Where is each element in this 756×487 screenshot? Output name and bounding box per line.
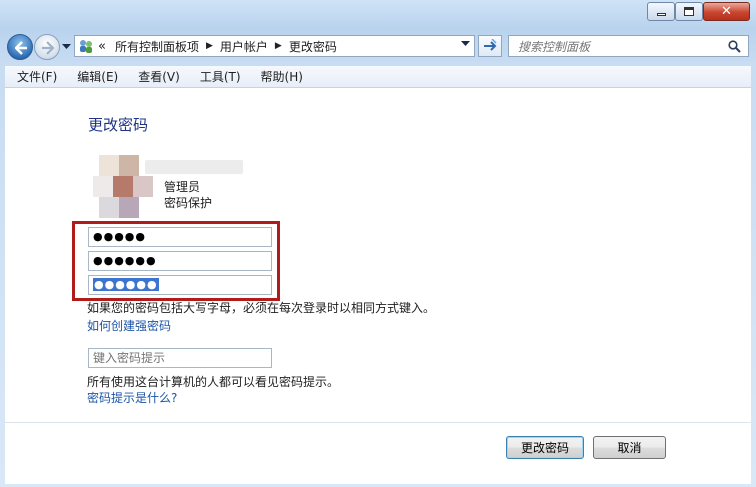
- cancel-button[interactable]: 取消: [593, 436, 666, 459]
- strong-password-link[interactable]: 如何创建强密码: [87, 317, 171, 334]
- divider: [5, 422, 751, 423]
- history-dropdown-icon[interactable]: [62, 44, 71, 50]
- selected-text: ●●●●●●: [93, 278, 159, 291]
- menu-edit[interactable]: 编辑(E): [69, 68, 126, 85]
- window-frame: ✕ « 所有控制面板项 ▶ 用户帐户 ▶ 更改密码 搜索控制面板 文件(F) 编…: [0, 0, 756, 487]
- account-type-label: 管理员: [164, 180, 201, 194]
- close-icon: ✕: [721, 4, 732, 19]
- breadcrumb-separator-icon[interactable]: ▶: [206, 41, 213, 51]
- search-input[interactable]: [516, 37, 725, 57]
- password-protected-label: 密码保护: [164, 196, 213, 210]
- menu-bar: 文件(F) 编辑(E) 查看(V) 工具(T) 帮助(H): [5, 66, 751, 88]
- back-arrow-icon: [14, 41, 27, 55]
- forward-button[interactable]: [34, 34, 60, 60]
- menu-view[interactable]: 查看(V): [130, 68, 188, 85]
- control-panel-users-icon: [78, 38, 94, 54]
- confirm-password-field[interactable]: ●●●●●●: [88, 275, 272, 295]
- menu-help[interactable]: 帮助(H): [253, 68, 311, 85]
- breadcrumb-overflow[interactable]: «: [98, 39, 106, 54]
- change-password-button[interactable]: 更改密码: [506, 436, 584, 459]
- user-name-redacted: [145, 160, 243, 174]
- maximize-button[interactable]: [675, 2, 703, 21]
- breadcrumb-item[interactable]: 更改密码: [289, 38, 337, 55]
- content-pane: 更改密码 管理员 密码保护 ●●●●● ●●●●●● ●●●●●● 如果您的密码…: [5, 88, 751, 484]
- menu-file[interactable]: 文件(F): [9, 68, 65, 85]
- current-password-field[interactable]: ●●●●●: [88, 227, 272, 247]
- address-dropdown-icon[interactable]: [461, 41, 470, 47]
- new-password-field[interactable]: ●●●●●●: [88, 251, 272, 271]
- menu-tools[interactable]: 工具(T): [192, 68, 249, 85]
- maximize-icon: [684, 7, 694, 16]
- breadcrumb-item[interactable]: 用户帐户: [220, 38, 268, 55]
- search-icon[interactable]: [728, 40, 741, 53]
- password-hint-help-link[interactable]: 密码提示是什么?: [87, 389, 177, 406]
- minimize-icon: [656, 13, 666, 16]
- page-title: 更改密码: [88, 116, 149, 134]
- breadcrumb-separator-icon[interactable]: ▶: [275, 41, 282, 51]
- search-box[interactable]: [508, 35, 749, 57]
- forward-arrow-icon: [42, 41, 55, 55]
- address-bar[interactable]: « 所有控制面板项 ▶ 用户帐户 ▶ 更改密码: [74, 35, 475, 57]
- hint-visibility-note: 所有使用这台计算机的人都可以看见密码提示。: [87, 375, 340, 389]
- close-button[interactable]: ✕: [703, 2, 750, 21]
- case-sensitivity-note: 如果您的密码包括大写字母，必须在每次登录时以相同方式键入。: [87, 301, 436, 315]
- breadcrumb-item[interactable]: 所有控制面板项: [115, 38, 199, 55]
- refresh-button[interactable]: [478, 35, 502, 57]
- password-hint-input[interactable]: [88, 348, 272, 368]
- refresh-icon: [484, 39, 497, 51]
- back-button[interactable]: [7, 34, 33, 60]
- breadcrumb: « 所有控制面板项 ▶ 用户帐户 ▶ 更改密码: [98, 38, 337, 55]
- minimize-button[interactable]: [647, 2, 675, 21]
- avatar: [93, 155, 153, 218]
